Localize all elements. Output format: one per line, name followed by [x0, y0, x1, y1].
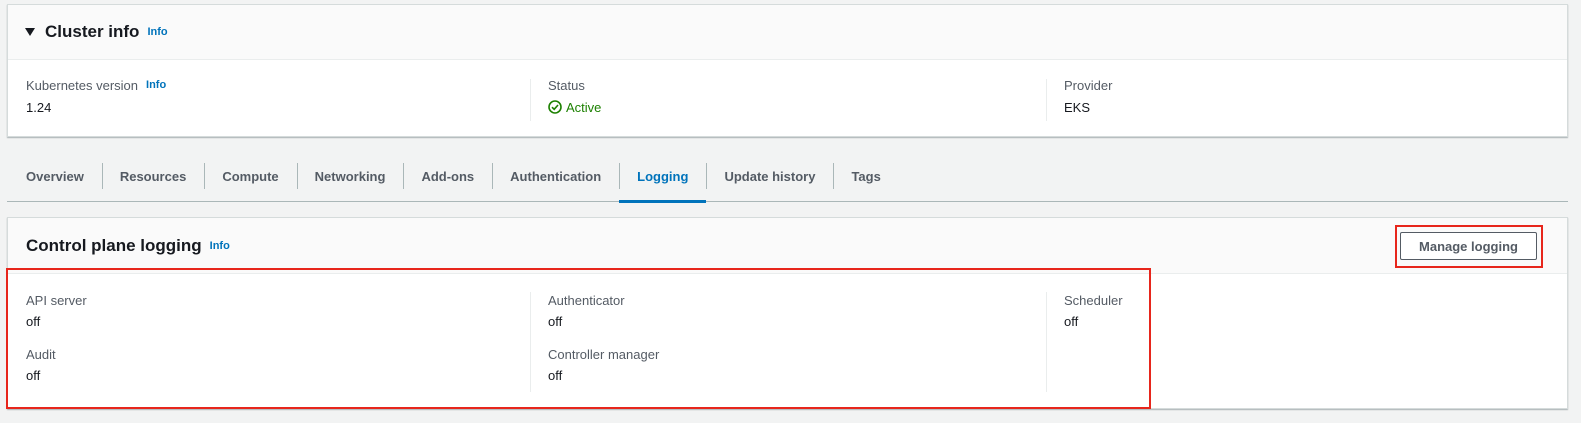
- control-plane-logging-info-link[interactable]: Info: [210, 240, 230, 252]
- control-plane-logging-panel: Control plane logging Info Manage loggin…: [7, 217, 1568, 409]
- authenticator-value: off: [548, 313, 563, 329]
- scheduler-label: Scheduler: [1064, 292, 1123, 308]
- logging-column-2: Authenticator off Controller manager off: [530, 292, 1046, 408]
- controller-manager-field: Controller manager off: [548, 346, 1046, 383]
- check-circle-icon: [548, 100, 562, 114]
- tab-update-history[interactable]: Update history: [706, 153, 833, 201]
- controller-manager-value: off: [548, 367, 563, 383]
- caret-down-icon[interactable]: [25, 27, 35, 37]
- cluster-tabs: Overview Resources Compute Networking Ad…: [7, 152, 1568, 203]
- authenticator-field: Authenticator off: [548, 292, 1046, 329]
- kubernetes-version-label: Kubernetes version: [26, 77, 139, 93]
- manage-logging-button[interactable]: Manage logging: [1400, 232, 1537, 260]
- kubernetes-version-value: 1.24: [26, 99, 52, 115]
- cluster-info-header[interactable]: Cluster info Info: [8, 5, 1567, 60]
- logging-fields: API server off Audit off Authenticator o…: [8, 274, 1567, 408]
- scheduler-value: off: [1064, 313, 1079, 329]
- provider-field: Provider EKS: [1046, 77, 1567, 137]
- tab-networking[interactable]: Networking: [296, 153, 404, 201]
- status-value: Active: [548, 99, 1046, 115]
- api-server-label: API server: [26, 292, 87, 308]
- cluster-info-info-link[interactable]: Info: [147, 26, 167, 38]
- audit-value: off: [26, 367, 41, 383]
- tab-overview[interactable]: Overview: [7, 153, 102, 201]
- tab-tags[interactable]: Tags: [833, 153, 898, 201]
- audit-label: Audit: [26, 346, 56, 362]
- logging-column-3: Scheduler off: [1046, 292, 1567, 408]
- kubernetes-version-info-link[interactable]: Info: [146, 79, 166, 91]
- control-plane-logging-header: Control plane logging Info Manage loggin…: [8, 218, 1567, 274]
- control-plane-logging-title: Control plane logging: [26, 235, 202, 255]
- tab-resources[interactable]: Resources: [101, 153, 204, 201]
- status-field: Status Active: [530, 77, 1046, 137]
- status-text: Active: [566, 99, 602, 115]
- tab-add-ons[interactable]: Add-ons: [403, 153, 492, 201]
- cluster-info-body: Kubernetes version Info 1.24 Status Acti…: [8, 60, 1567, 137]
- authenticator-label: Authenticator: [548, 292, 625, 308]
- logging-column-1: API server off Audit off: [8, 292, 530, 408]
- scheduler-field: Scheduler off: [1064, 292, 1567, 329]
- tab-logging[interactable]: Logging: [619, 153, 707, 203]
- tab-authentication[interactable]: Authentication: [492, 153, 619, 201]
- cluster-info-title: Cluster info: [45, 22, 140, 41]
- audit-field: Audit off: [26, 346, 530, 383]
- api-server-value: off: [26, 313, 41, 329]
- provider-value: EKS: [1064, 99, 1091, 115]
- cluster-info-panel: Cluster info Info Kubernetes version Inf…: [7, 4, 1568, 137]
- tab-compute[interactable]: Compute: [204, 153, 296, 201]
- kubernetes-version-field: Kubernetes version Info 1.24: [8, 77, 530, 137]
- api-server-field: API server off: [26, 292, 530, 329]
- controller-manager-label: Controller manager: [548, 346, 660, 362]
- provider-label: Provider: [1064, 77, 1113, 93]
- status-label: Status: [548, 77, 585, 93]
